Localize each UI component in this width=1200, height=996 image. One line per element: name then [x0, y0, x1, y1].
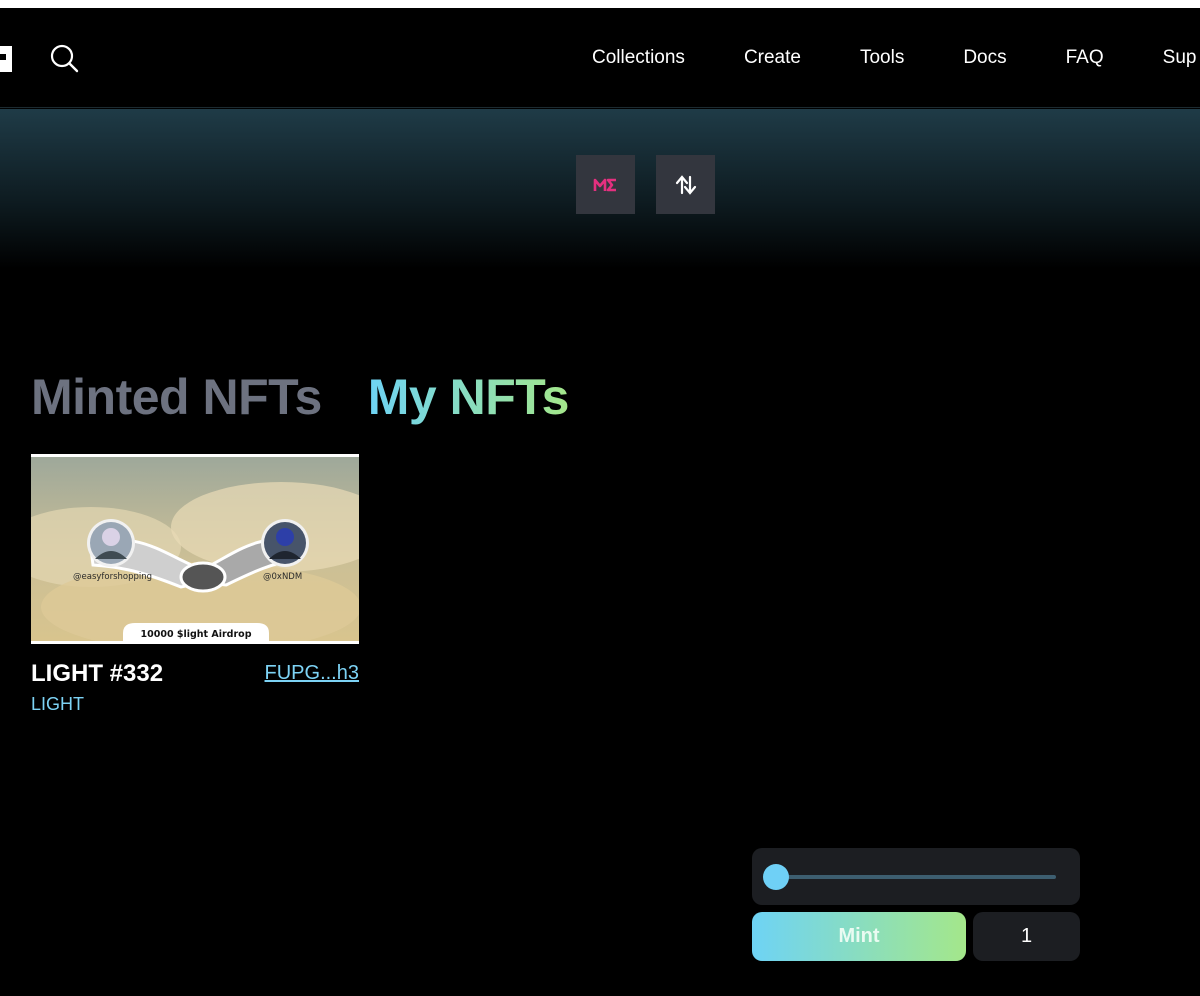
banner — [0, 109, 1200, 269]
search-icon[interactable] — [48, 42, 80, 74]
slider-track[interactable] — [763, 864, 1056, 890]
airdrop-caption: 10000 $light Airdrop — [141, 629, 252, 640]
header: Collections Create Tools Docs FAQ Sup — [0, 8, 1200, 108]
nav-collections[interactable]: Collections — [592, 47, 685, 69]
tab-minted-nfts[interactable]: Minted NFTs — [31, 368, 322, 426]
magic-eden-button[interactable] — [576, 155, 635, 214]
nft-address-link[interactable]: FUPG...h3 — [265, 662, 359, 685]
nav-docs[interactable]: Docs — [963, 47, 1006, 69]
slider-thumb[interactable] — [763, 864, 789, 890]
logo-icon[interactable] — [0, 46, 14, 72]
quantity-display[interactable]: 1 — [973, 912, 1080, 961]
nft-image[interactable]: @easyforshopping @0xNDM 10000 $light Air… — [31, 454, 359, 644]
mint-button[interactable]: Mint — [752, 912, 966, 961]
swap-arrows-icon — [675, 174, 696, 195]
magic-eden-icon — [593, 178, 616, 191]
mint-quantity-slider — [752, 848, 1080, 905]
nav-faq[interactable]: FAQ — [1066, 47, 1104, 69]
nav-support[interactable]: Sup — [1163, 47, 1197, 69]
nft-collection[interactable]: LIGHT — [31, 694, 84, 715]
tab-my-nfts[interactable]: My NFTs — [368, 368, 570, 426]
left-handle: @easyforshopping — [73, 572, 152, 582]
nav-tools[interactable]: Tools — [860, 47, 904, 69]
nft-tabs: Minted NFTs My NFTs — [31, 368, 615, 426]
nft-card[interactable]: @easyforshopping @0xNDM 10000 $light Air… — [31, 454, 359, 720]
main-nav: Collections Create Tools Docs FAQ Sup — [592, 8, 1200, 108]
nft-meta: LIGHT #332 FUPG...h3 LIGHT — [31, 660, 359, 720]
right-handle: @0xNDM — [263, 572, 302, 582]
top-strip — [0, 0, 1200, 8]
nav-create[interactable]: Create — [744, 47, 801, 69]
page: Collections Create Tools Docs FAQ Sup Mi… — [0, 0, 1200, 996]
nft-name: LIGHT #332 — [31, 660, 164, 687]
swap-button[interactable] — [656, 155, 715, 214]
